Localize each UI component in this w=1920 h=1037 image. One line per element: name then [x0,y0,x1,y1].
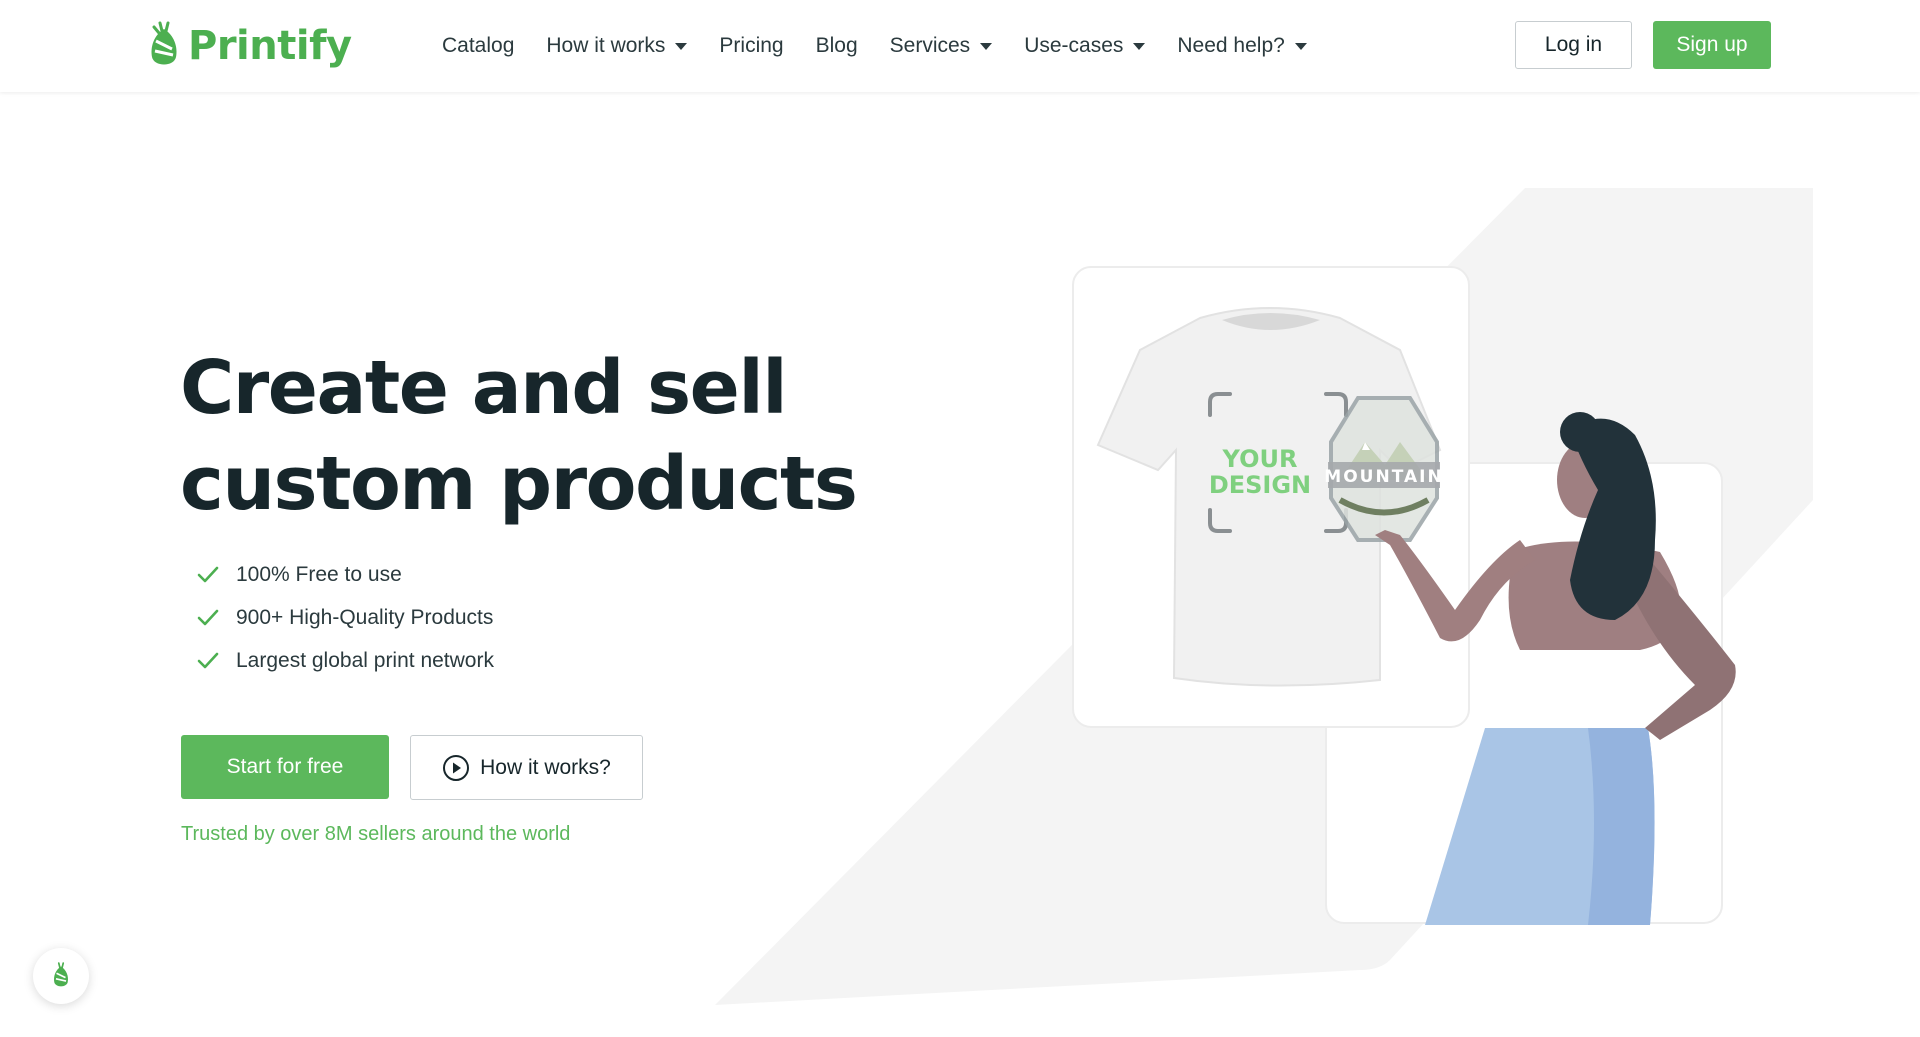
nav-label: Catalog [442,34,515,57]
feature-text: 900+ High-Quality Products [236,605,494,629]
feature-item: 100% Free to use [196,553,494,596]
nav-label: Use-cases [1024,34,1124,57]
badge-text: MOUNTAIN [1324,467,1443,487]
how-it-works-button[interactable]: How it works? [410,735,643,800]
check-icon [197,609,219,625]
chevron-down-icon [675,42,688,50]
brand-name: Printify [188,23,352,69]
nav-need-help[interactable]: Need help? [1177,34,1307,58]
signup-button[interactable]: Sign up [1653,21,1771,69]
feature-list: 100% Free to use 900+ High-Quality Produ… [196,553,494,682]
chat-launcher[interactable] [33,948,89,1004]
start-for-free-button[interactable]: Start for free [181,735,389,799]
nav-blog[interactable]: Blog [816,34,858,58]
trusted-text: Trusted by over 8M sellers around the wo… [181,823,571,845]
hero-illustration: YOUR DESIGN MOUNTAIN [715,188,1813,1005]
nav-catalog[interactable]: Catalog [442,34,514,58]
chat-icon [54,962,68,987]
feature-item: 900+ High-Quality Products [196,596,494,639]
login-button[interactable]: Log in [1515,21,1632,69]
your-design-label-1: YOUR [1222,445,1298,473]
feature-item: Largest global print network [196,639,494,682]
how-it-works-label: How it works? [480,755,611,779]
printify-logo-icon [151,21,177,65]
nav-label: Need help? [1177,34,1285,57]
feature-text: Largest global print network [236,648,494,672]
check-icon [197,652,219,668]
nav-how-it-works[interactable]: How it works [546,34,688,58]
headline-line-1: Create and sell [180,345,788,431]
feature-text: 100% Free to use [236,562,402,586]
check-icon [197,566,219,582]
chevron-down-icon [980,42,993,50]
site-header: Printify Catalog How it works Pricing Bl… [0,0,1920,92]
nav-services[interactable]: Services [890,34,993,58]
main-nav: Catalog How it works Pricing Blog Servic… [442,0,1307,92]
logo[interactable]: Printify [146,20,352,72]
headline-line-2: custom products [180,441,858,527]
nav-label: Services [889,34,971,57]
nav-use-cases[interactable]: Use-cases [1024,34,1146,58]
hero-headline: Create and sell custom products [180,340,860,532]
nav-pricing[interactable]: Pricing [719,34,783,58]
nav-label: How it works [546,34,666,57]
nav-label: Pricing [719,34,784,57]
chevron-down-icon [1294,42,1307,50]
nav-label: Blog [815,34,858,57]
play-circle-icon [443,754,470,781]
chevron-down-icon [1133,42,1146,50]
your-design-label-2: DESIGN [1209,471,1311,499]
